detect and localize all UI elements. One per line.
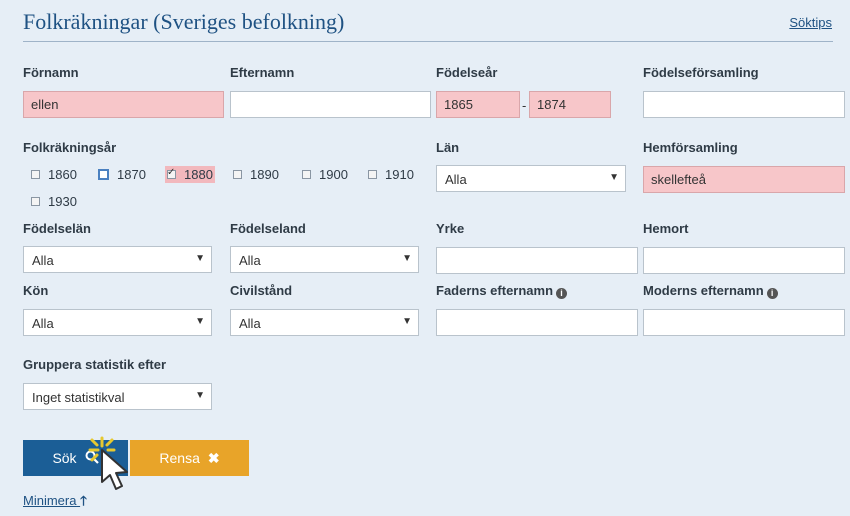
civilstand-selected-value: Alla [239, 316, 261, 331]
fornamn-label: Förnamn [23, 65, 79, 80]
minimize-label: Minimera [23, 493, 77, 508]
year-label: 1930 [48, 194, 77, 209]
year-checkbox-1860[interactable]: 1860 [31, 167, 77, 182]
page-title: Folkräkningar (Sveriges befolkning) [23, 9, 345, 34]
year-label: 1860 [48, 167, 77, 182]
fodelselan-selected-value: Alla [32, 253, 54, 268]
year-label: 1890 [250, 167, 279, 182]
efternamn-label: Efternamn [230, 65, 295, 80]
dropdown-arrow-icon: ▼ [609, 172, 619, 183]
dropdown-arrow-icon: ▼ [195, 390, 205, 401]
year-checkbox-1930[interactable]: 1930 [31, 194, 77, 209]
moderns-efternamn-text: Moderns efternamn [643, 283, 764, 298]
minimize-link[interactable]: Minimera 🡑 [23, 492, 87, 514]
dropdown-arrow-icon: ▼ [402, 316, 412, 327]
search-button-label: Sök [52, 450, 77, 466]
year-checkbox-1900[interactable]: 1900 [302, 167, 348, 182]
year-checkbox-1910[interactable]: 1910 [368, 167, 414, 182]
yrke-label: Yrke [436, 221, 465, 236]
moderns-efternamn-input[interactable] [643, 309, 845, 336]
checkbox-icon[interactable] [368, 170, 377, 179]
fodelsear-to-input[interactable]: 1874 [529, 91, 611, 118]
civilstand-label: Civilstånd [230, 283, 293, 298]
checkbox-icon[interactable] [233, 170, 242, 179]
kon-selected-value: Alla [32, 316, 54, 331]
year-checkbox-1880[interactable]: 1880 [165, 166, 215, 183]
checkbox-icon[interactable] [302, 170, 311, 179]
moderns-efternamn-label: Moderns efternamn i [643, 283, 778, 299]
efternamn-input[interactable] [230, 91, 431, 118]
close-icon: ✖ [207, 449, 220, 466]
folkrakningsar-label: Folkräkningsår [23, 140, 117, 155]
year-range-separator: - [522, 98, 527, 113]
lan-label: Län [436, 140, 460, 155]
fodelseland-label: Födelseland [230, 221, 306, 236]
clear-button[interactable]: Rensa ✖ [130, 440, 249, 476]
checkbox-icon[interactable] [31, 197, 40, 206]
checkbox-checked-icon[interactable] [167, 167, 176, 179]
search-tips-link[interactable]: Söktips [789, 15, 832, 30]
fodelsear-from-input[interactable]: 1865 [436, 91, 520, 118]
clear-button-label: Rensa [159, 450, 200, 466]
fodelselan-select[interactable]: Alla ▼ [23, 246, 212, 273]
year-label: 1900 [319, 167, 348, 182]
kon-label: Kön [23, 283, 49, 298]
dropdown-arrow-icon: ▼ [195, 316, 205, 327]
lan-selected-value: Alla [445, 172, 467, 187]
fodelseforsamling-input[interactable] [643, 91, 845, 118]
fodelseland-selected-value: Alla [239, 253, 261, 268]
mouse-cursor-icon [88, 436, 128, 490]
kon-select[interactable]: Alla ▼ [23, 309, 212, 336]
lan-select[interactable]: Alla ▼ [436, 165, 626, 192]
fodelseforsamling-label: Födelseförsamling [643, 65, 759, 80]
dropdown-arrow-icon: ▼ [195, 253, 205, 264]
fodelsear-label: Födelseår [436, 65, 498, 80]
fornamn-input[interactable]: ellen [23, 91, 224, 118]
title-divider [23, 41, 833, 42]
checkbox-icon[interactable] [31, 170, 40, 179]
year-label: 1880 [184, 167, 213, 182]
fodelseland-select[interactable]: Alla ▼ [230, 246, 419, 273]
dropdown-arrow-icon: ▼ [402, 253, 412, 264]
gruppera-select[interactable]: Inget statistikval ▼ [23, 383, 212, 410]
faderns-efternamn-input[interactable] [436, 309, 638, 336]
hemort-label: Hemort [643, 221, 689, 236]
year-label: 1910 [385, 167, 414, 182]
hemforsamling-label: Hemförsamling [643, 140, 738, 155]
info-icon[interactable]: i [766, 288, 778, 299]
checkbox-icon[interactable] [98, 169, 109, 180]
hemforsamling-input[interactable]: skellefteå [643, 166, 845, 193]
fodelselan-label: Födelselän [23, 221, 91, 236]
faderns-efternamn-text: Faderns efternamn [436, 283, 554, 298]
gruppera-label: Gruppera statistik efter [23, 357, 167, 372]
faderns-efternamn-label: Faderns efternamn i [436, 283, 568, 299]
year-checkbox-1870[interactable]: 1870 [98, 167, 146, 182]
year-checkbox-1890[interactable]: 1890 [233, 167, 279, 182]
hemort-input[interactable] [643, 247, 845, 274]
yrke-input[interactable] [436, 247, 638, 274]
gruppera-selected-value: Inget statistikval [32, 390, 125, 405]
civilstand-select[interactable]: Alla ▼ [230, 309, 419, 336]
info-icon[interactable]: i [556, 288, 568, 299]
year-label: 1870 [117, 167, 146, 182]
